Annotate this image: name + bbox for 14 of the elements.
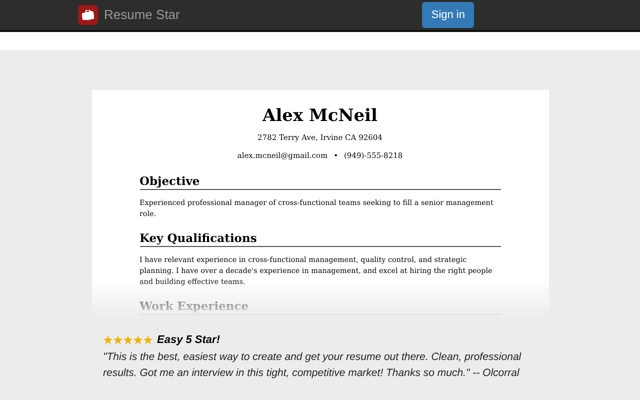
star-icon xyxy=(133,335,143,346)
brand-name[interactable]: Resume Star xyxy=(104,5,180,25)
review-title: Easy 5 Star! xyxy=(157,333,220,348)
review-quote: "This is the best, easiest way to create and get your resume out there. Clean, professional results. Got me an interview in this tight, competitive market! Thanks so much." -- Olcorral xyxy=(103,350,522,380)
section-heading: Key Qualifications xyxy=(140,230,500,246)
section-heading: Work Experience xyxy=(140,298,500,314)
star-icon xyxy=(103,335,113,346)
star-icon xyxy=(113,335,123,346)
star-icon xyxy=(143,335,153,346)
section-heading: Objective xyxy=(140,174,500,190)
briefcase-logo-icon xyxy=(78,5,98,25)
sign-in-button[interactable]: Sign in xyxy=(422,2,474,28)
star-icon xyxy=(123,335,133,346)
resume-name: Alex McNeil xyxy=(262,105,378,127)
